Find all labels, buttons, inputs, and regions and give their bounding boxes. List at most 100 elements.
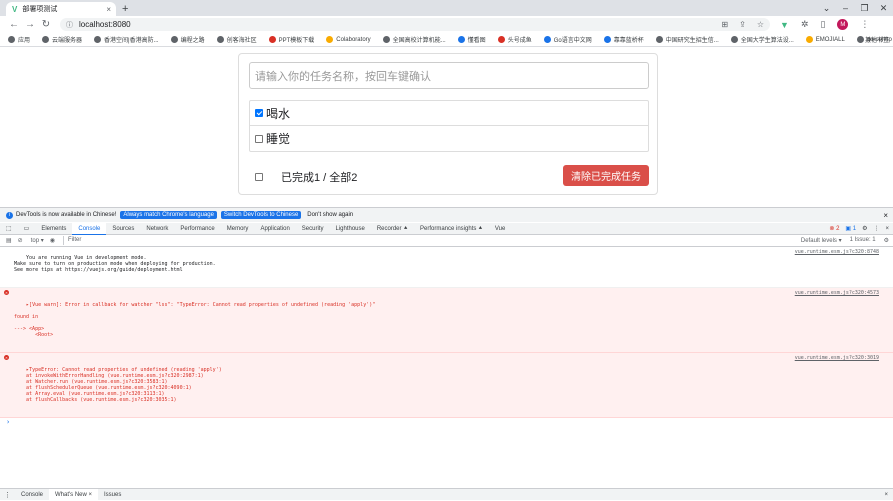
devtools-close-icon[interactable]: ×: [885, 226, 889, 232]
message-text[interactable]: ▸[Vue warn]: Error in callback for watch…: [14, 302, 375, 338]
profile-avatar[interactable]: M: [837, 19, 849, 30]
console-filter-input[interactable]: Filter: [62, 236, 753, 245]
bookmark-favicon-icon: [805, 36, 813, 43]
drawer-tab-issues[interactable]: Issues: [98, 489, 127, 501]
devtools-drawer-tabs: ⋮ Console What's New × Issues ×: [0, 488, 893, 501]
log-levels-dropdown[interactable]: Default levels ▾: [801, 237, 842, 244]
tab-elements[interactable]: Elements: [35, 223, 72, 235]
browser-tab[interactable]: V 部署项测试 ×: [6, 2, 116, 16]
tab-title: 部署项测试: [22, 6, 58, 13]
new-tab-button[interactable]: +: [122, 2, 128, 16]
error-count-badge[interactable]: ⊗ 2: [829, 225, 839, 232]
tab-search-icon[interactable]: ⌄: [817, 0, 836, 16]
devtools-tab-bar: ⬚ ▭ Elements Console Sources Network Per…: [0, 222, 893, 235]
clear-completed-button[interactable]: 清除已完成任务: [563, 165, 649, 186]
browser-toolbar: ← → ↻ ⓘ localhost:8080 ⊞ ⇪ ☆ ▼ ✲ ▯ M ⋮: [0, 16, 893, 33]
tab-network[interactable]: Network: [140, 223, 174, 235]
maximize-button[interactable]: ❐: [855, 0, 874, 16]
console-prompt[interactable]: ›: [0, 418, 893, 426]
bookmark-item[interactable]: 全国高校计算机能...: [382, 35, 446, 44]
switch-to-chinese-button[interactable]: Switch DevTools to Chinese: [220, 211, 302, 219]
infobar-text: DevTools is now available in Chinese!: [16, 212, 117, 218]
bookmark-item[interactable]: 香港空间|香港高防...: [94, 35, 159, 44]
vue-devtools-extension-icon[interactable]: ▼: [780, 20, 789, 30]
translate-icon[interactable]: ⊞: [721, 20, 728, 29]
menu-kebab-icon[interactable]: ⋮: [860, 19, 869, 30]
todo-item-checkbox[interactable]: [255, 134, 263, 143]
bookmark-item[interactable]: 头号成鱼: [497, 35, 532, 44]
bookmark-favicon-icon: [268, 36, 276, 43]
drawer-tab-console[interactable]: Console: [15, 489, 49, 501]
vue-favicon-icon: V: [12, 4, 18, 14]
drawer-close-icon[interactable]: ×: [884, 492, 888, 498]
drawer-menu-icon[interactable]: ⋮: [0, 491, 15, 499]
tab-close-icon[interactable]: ×: [106, 5, 111, 14]
todo-item-checkbox[interactable]: [255, 109, 263, 117]
forward-button[interactable]: →: [22, 19, 38, 30]
tab-lighthouse[interactable]: Lighthouse: [329, 223, 370, 235]
devtools-status-area: ⊗ 2 ▣ 1 ⚙ ⋮ ×: [829, 225, 889, 233]
drawer-tab-whats-new[interactable]: What's New ×: [49, 488, 99, 501]
other-bookmarks-folder[interactable]: 其他书签: [865, 35, 889, 44]
clear-console-icon[interactable]: ⊘: [18, 237, 23, 244]
tab-security[interactable]: Security: [296, 223, 330, 235]
sidebar-icon[interactable]: ▯: [820, 19, 825, 30]
task-name-input[interactable]: 请输入你的任务名称，按回车键确认: [249, 62, 649, 89]
tab-recorder[interactable]: Recorder ⯅: [371, 223, 414, 235]
extensions-area: ▼ ✲ ▯ M ⋮: [780, 19, 869, 30]
console-toolbar-right: Default levels ▾ 1 Issue: 1 ⚙: [801, 237, 889, 244]
bookmark-favicon-icon: [326, 36, 334, 43]
close-window-button[interactable]: ✕: [874, 0, 893, 16]
always-match-language-button[interactable]: Always match Chrome's language: [120, 211, 217, 219]
bookmark-favicon-icon: [856, 36, 864, 43]
bookmark-item[interactable]: PPT模板下载: [268, 35, 314, 44]
tab-vue[interactable]: Vue: [489, 223, 511, 235]
select-all-checkbox[interactable]: [255, 173, 263, 181]
context-selector[interactable]: top ▾: [31, 237, 44, 244]
tab-sources[interactable]: Sources: [106, 223, 140, 235]
todo-item-label: 睡觉: [266, 132, 291, 146]
tab-console[interactable]: Console: [72, 222, 107, 235]
device-toolbar-icon[interactable]: ▭: [18, 223, 36, 235]
bookmark-item[interactable]: 靠靠蓝桥杯: [603, 35, 644, 44]
back-button[interactable]: ←: [6, 19, 22, 30]
message-source-link[interactable]: vue.runtime.esm.js?c320:8748: [795, 249, 879, 255]
infobar-close-icon[interactable]: ×: [883, 211, 888, 220]
bookmark-item[interactable]: Colaboratory: [326, 36, 371, 43]
minimize-button[interactable]: –: [836, 0, 855, 16]
bookmark-item[interactable]: EMOJIALL: [805, 36, 845, 43]
address-bar[interactable]: ⓘ localhost:8080 ⊞ ⇪ ☆: [60, 18, 770, 31]
site-info-icon[interactable]: ⓘ: [66, 20, 73, 30]
console-settings-gear-icon[interactable]: ⚙: [884, 237, 889, 244]
bookmark-item[interactable]: 编程之路: [170, 35, 205, 44]
bookmark-item[interactable]: 应用: [8, 35, 30, 44]
bookmark-item[interactable]: 懂看图: [457, 35, 486, 44]
live-expression-eye-icon[interactable]: ◉: [50, 237, 55, 244]
bookmark-item[interactable]: 云端服务器: [42, 35, 82, 44]
bookmark-favicon-icon: [543, 36, 551, 43]
bookmark-item[interactable]: Go语言中文网: [543, 35, 592, 44]
tab-application[interactable]: Application: [254, 223, 295, 235]
tab-performance-insights[interactable]: Performance insights ⯅: [414, 223, 489, 235]
bookmark-item[interactable]: 中国研究生招生信...: [655, 35, 719, 44]
tab-performance[interactable]: Performance: [174, 223, 220, 235]
settings-gear-icon[interactable]: ⚙: [862, 225, 867, 232]
message-source-link[interactable]: vue.runtime.esm.js?c320:3019: [795, 355, 879, 361]
bookmark-star-icon[interactable]: ☆: [757, 20, 764, 29]
issue-count-badge[interactable]: ▣ 1: [845, 225, 856, 232]
issues-button[interactable]: 1 Issue: 1: [850, 237, 876, 244]
sidebar-toggle-icon[interactable]: ▤: [6, 237, 12, 244]
devtools-menu-icon[interactable]: ⋮: [873, 225, 879, 232]
todo-item: 喝水: [250, 101, 648, 126]
share-icon[interactable]: ⇪: [739, 20, 746, 29]
tab-memory[interactable]: Memory: [221, 223, 255, 235]
dont-show-again-link[interactable]: Don't show again: [307, 212, 353, 218]
extensions-puzzle-icon[interactable]: ✲: [801, 19, 809, 30]
browser-tab-strip: V 部署项测试 × + ⌄ – ❐ ✕: [0, 0, 893, 16]
inspect-element-icon[interactable]: ⬚: [0, 223, 18, 235]
message-source-link[interactable]: vue.runtime.esm.js?c320:4573: [795, 290, 879, 296]
reload-button[interactable]: ↻: [38, 19, 54, 30]
message-text[interactable]: ▸TypeError: Cannot read properties of un…: [14, 367, 222, 403]
bookmark-item[interactable]: 创客海社区: [216, 35, 257, 44]
bookmark-item[interactable]: 全国大学生算法设...: [730, 35, 794, 44]
